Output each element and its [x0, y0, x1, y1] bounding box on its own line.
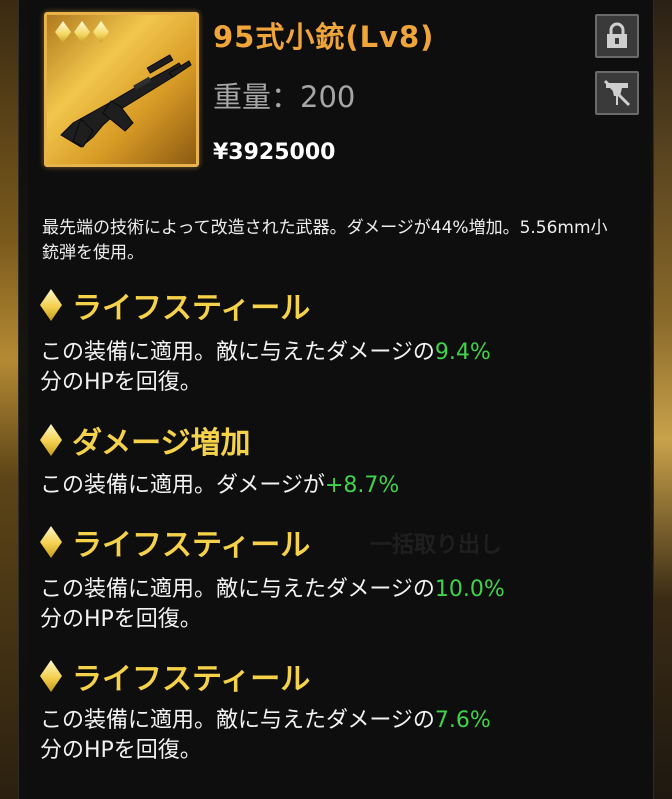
- lock-button[interactable]: [595, 14, 639, 58]
- unpin-icon: [603, 79, 631, 107]
- skill-description: この装備に適用。敵に与えたダメージの7.6% 分のHPを回復。: [40, 706, 640, 766]
- skill-diamond-icon: [40, 289, 62, 321]
- lock-icon: [607, 22, 627, 48]
- skill-text: この装備に適用。ダメージが: [40, 473, 325, 498]
- skill-value: 9.4%: [434, 340, 491, 365]
- unpin-button[interactable]: [595, 71, 639, 115]
- rarity-diamond-icon: [74, 21, 90, 43]
- skill-text: この装備に適用。敵に与えたダメージの: [40, 577, 435, 602]
- skill-value: +8.7%: [324, 473, 400, 498]
- rarity-stars: [55, 21, 109, 43]
- skill-value: 7.6%: [434, 708, 491, 733]
- skill-description: この装備に適用。敵に与えたダメージの10.0% 分のHPを回復。: [40, 575, 640, 635]
- skill-text: 分のHPを回復。: [40, 607, 202, 632]
- skill-value: 10.0%: [434, 577, 505, 602]
- skill-title: ダメージ増加: [40, 418, 251, 462]
- skill-title-label: ライフスティール: [72, 528, 311, 563]
- item-price: ¥3925000: [213, 140, 336, 165]
- rarity-diamond-icon: [55, 21, 71, 43]
- item-description: 最先端の技術によって改造された武器。ダメージが44%増加。5.56mm小銃弾を使…: [42, 218, 608, 263]
- skill-text: この装備に適用。敵に与えたダメージの: [40, 708, 435, 733]
- item-icon-frame: [44, 12, 199, 167]
- skill-diamond-icon: [40, 660, 62, 692]
- item-weight: 重量：200: [213, 80, 356, 114]
- skill-diamond-icon: [40, 424, 62, 456]
- skill-text: 分のHPを回復。: [40, 738, 202, 763]
- skill-title-label: ライフスティール: [72, 291, 311, 326]
- rarity-diamond-icon: [93, 21, 109, 43]
- skill-text: 分のHPを回復。: [40, 370, 202, 395]
- item-name: 95式小銃(Lv8): [213, 20, 435, 54]
- skill-description: この装備に適用。敵に与えたダメージの9.4% 分のHPを回復。: [40, 338, 640, 398]
- skill-diamond-icon: [40, 526, 62, 558]
- skill-title: ライフスティール: [40, 283, 310, 327]
- skill-title: ライフスティール: [40, 520, 310, 564]
- skill-text: この装備に適用。敵に与えたダメージの: [40, 340, 435, 365]
- skill-title-label: ダメージ増加: [72, 426, 251, 461]
- skill-title-label: ライフスティール: [72, 662, 311, 697]
- skill-description: この装備に適用。ダメージが+8.7%: [40, 471, 640, 501]
- background-button-label: 一括取り出し: [370, 533, 503, 558]
- skill-title: ライフスティール: [40, 654, 310, 698]
- assault-rifle-icon: [60, 54, 192, 148]
